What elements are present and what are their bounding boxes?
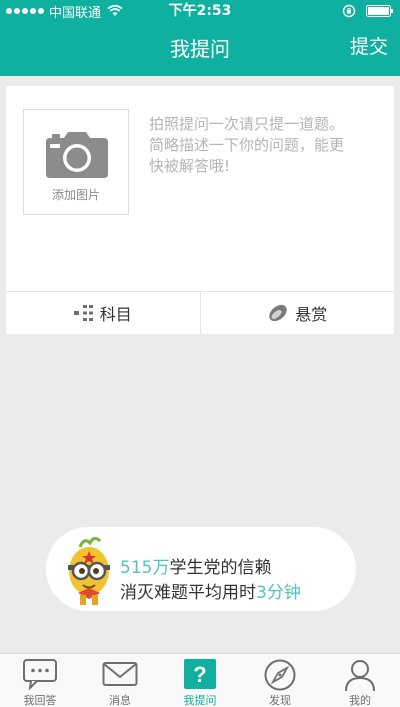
tab-my-questions[interactable]: ? 我提问 xyxy=(160,654,240,707)
tab-messages[interactable]: 消息 xyxy=(80,654,160,707)
status-bar: 中国联通 下午2:53 xyxy=(0,0,400,22)
tab-label: 消息 xyxy=(109,694,131,707)
tab-profile[interactable]: 我的 xyxy=(320,654,400,707)
status-right xyxy=(342,0,394,22)
mascot-icon xyxy=(68,536,110,605)
chat-bubble-icon xyxy=(23,659,57,690)
user-count: 515万 xyxy=(120,558,170,578)
speed-text: 消灭难题平均用时 xyxy=(120,583,256,603)
tab-label: 我的 xyxy=(349,694,371,707)
question-mark-icon: ? xyxy=(184,659,216,689)
add-image-button[interactable]: 添加图片 xyxy=(23,109,129,215)
svg-text:?: ? xyxy=(193,662,206,687)
trust-text: 学生党的信赖 xyxy=(169,558,272,578)
subject-label: 科目 xyxy=(99,305,132,324)
compass-icon xyxy=(264,659,296,691)
promo-line-speed: 消灭难题平均用时3分钟 xyxy=(120,578,301,603)
question-options: 科目 悬赏 xyxy=(6,292,394,334)
tab-label: 发现 xyxy=(269,694,291,707)
battery-icon xyxy=(366,5,393,17)
average-duration: 3分钟 xyxy=(256,583,301,603)
tab-my-answers[interactable]: 我回答 xyxy=(0,654,80,707)
nav-bar: 我提问 提交 xyxy=(0,22,400,76)
add-image-label: 添加图片 xyxy=(51,188,100,202)
tab-bar: 我回答 消息 ? 我提问 发现 我的 xyxy=(0,653,400,707)
reward-label: 悬赏 xyxy=(295,305,328,324)
camera-icon xyxy=(46,132,108,178)
promo-banner: 515万学生党的信赖 消灭难题平均用时3分钟 xyxy=(46,527,356,611)
subject-icon xyxy=(73,305,93,321)
envelope-icon xyxy=(102,662,138,686)
reward-option[interactable]: 悬赏 xyxy=(199,292,395,334)
status-time: 下午2:53 xyxy=(168,3,232,19)
submit-button[interactable]: 提交 xyxy=(350,22,388,72)
tab-label: 我提问 xyxy=(183,694,217,707)
app-screen: 中国联通 下午2:53 我提问 提交 添加图片 拍照提问一次请只提一道题。简略描… xyxy=(0,0,400,707)
orientation-lock-icon xyxy=(342,4,356,18)
reward-icon xyxy=(269,304,287,322)
page-title: 我提问 xyxy=(170,37,230,61)
subject-option[interactable]: 科目 xyxy=(6,292,200,334)
question-input[interactable] xyxy=(149,114,349,194)
promo-line-trust: 515万学生党的信赖 xyxy=(120,553,271,578)
person-icon xyxy=(345,660,375,692)
tab-discover[interactable]: 发现 xyxy=(240,654,320,707)
tab-label: 我回答 xyxy=(23,694,57,707)
question-card: 添加图片 科目 xyxy=(6,86,394,334)
